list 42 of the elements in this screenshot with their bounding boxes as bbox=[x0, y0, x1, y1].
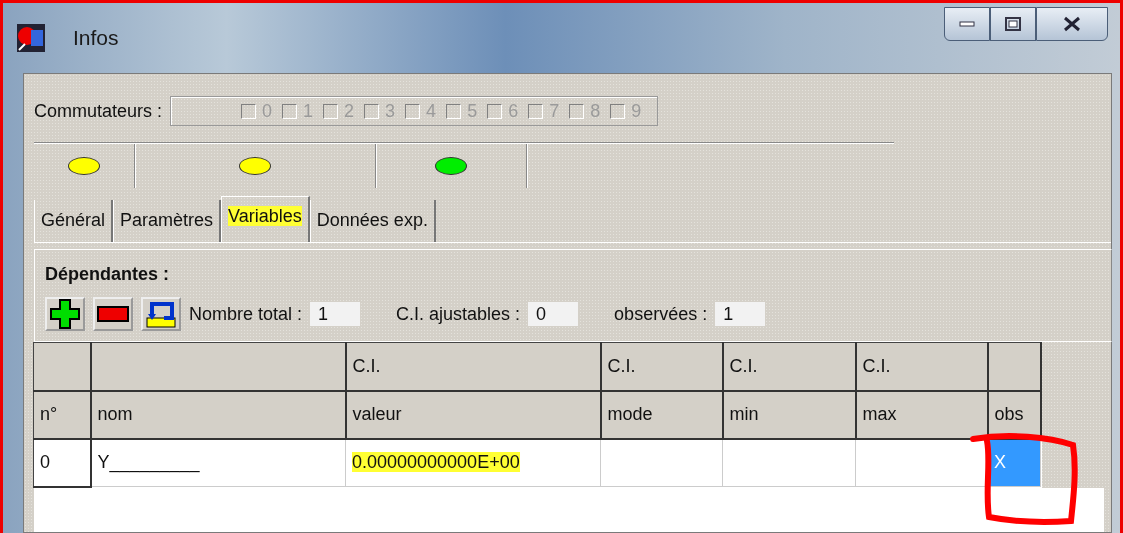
add-button[interactable] bbox=[45, 297, 85, 331]
app-logo-icon bbox=[15, 22, 47, 54]
minimize-icon bbox=[959, 21, 975, 27]
return-button[interactable] bbox=[141, 297, 181, 331]
section-title: Dépendantes : bbox=[45, 264, 171, 285]
table-cell[interactable]: 0 bbox=[33, 438, 91, 487]
tab[interactable]: Variables bbox=[221, 196, 310, 242]
minus-icon bbox=[97, 306, 129, 322]
maximize-icon bbox=[1005, 17, 1021, 31]
maximize-button[interactable] bbox=[990, 7, 1036, 41]
column-header: n° bbox=[40, 404, 58, 424]
column-header: C.I. bbox=[729, 355, 758, 376]
table-cell[interactable] bbox=[600, 438, 723, 487]
column-header: max bbox=[862, 404, 897, 424]
column-header: C.I. bbox=[352, 355, 381, 376]
table-cell[interactable] bbox=[722, 438, 856, 487]
column-header: C.I. bbox=[862, 355, 891, 376]
switches-label: Commutateurs : bbox=[34, 100, 163, 122]
minimize-button[interactable] bbox=[944, 7, 990, 41]
column-header: min bbox=[729, 404, 759, 424]
remove-button[interactable] bbox=[93, 297, 133, 331]
plus-icon bbox=[50, 299, 80, 329]
table-cell[interactable]: 0.00000000000E+00 bbox=[345, 438, 601, 487]
table-cell[interactable]: Y_________ bbox=[90, 438, 346, 487]
field-label: Nombre total : bbox=[189, 303, 303, 325]
count-field: 1 bbox=[715, 302, 766, 326]
column-header: mode bbox=[607, 404, 653, 424]
field-label: C.I. ajustables : bbox=[396, 303, 521, 325]
tab[interactable]: Général bbox=[34, 200, 114, 242]
column-header: C.I. bbox=[607, 355, 636, 376]
count-field: 0 bbox=[528, 302, 579, 326]
close-button[interactable] bbox=[1036, 7, 1108, 41]
column-header: valeur bbox=[352, 404, 402, 424]
tab[interactable]: Données exp. bbox=[309, 200, 436, 242]
close-icon bbox=[1062, 16, 1082, 32]
count-field: 1 bbox=[310, 302, 361, 326]
return-arrow-icon bbox=[146, 300, 176, 328]
tab[interactable]: Paramètres bbox=[113, 200, 222, 242]
field-label: observées : bbox=[614, 303, 708, 325]
column-header: obs bbox=[994, 404, 1024, 424]
column-header: nom bbox=[97, 404, 133, 424]
window-title: Infos bbox=[73, 26, 119, 50]
